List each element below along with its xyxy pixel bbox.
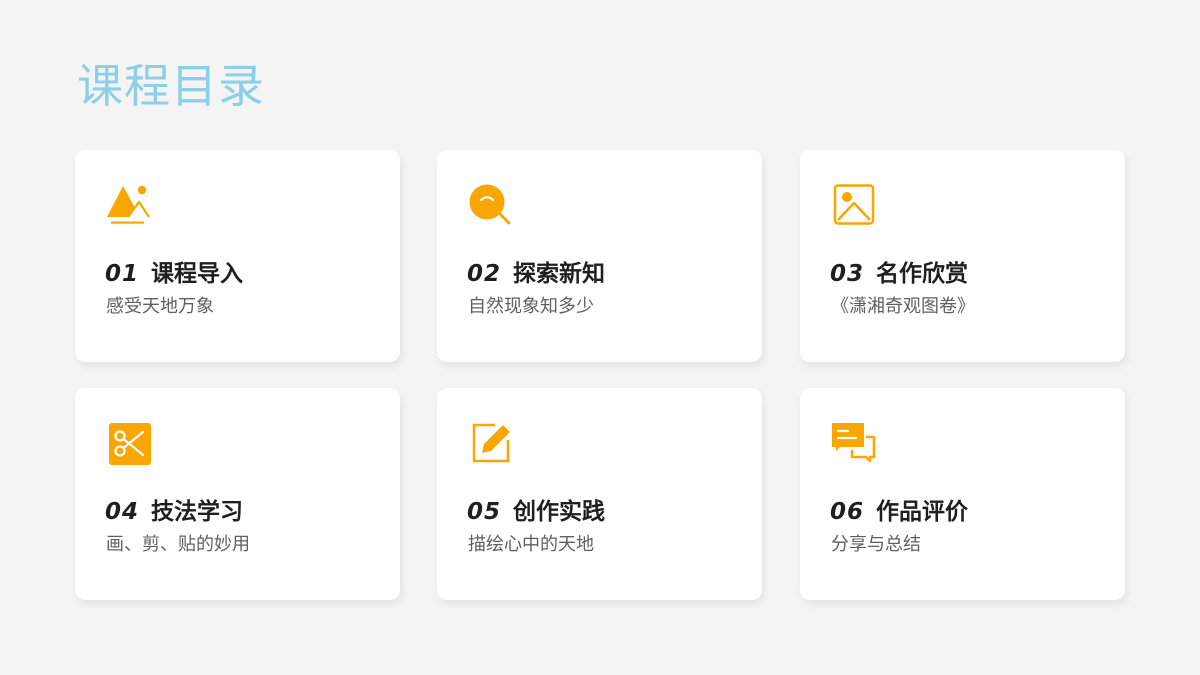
- card-number: 05: [467, 499, 502, 525]
- card-subtitle: 画、剪、贴的妙用: [106, 534, 250, 555]
- card-number: 03: [830, 261, 865, 287]
- card-title-text: 创作实践: [513, 499, 606, 525]
- card-number: 01: [105, 261, 140, 287]
- card-title: 03 名作欣赏: [830, 259, 968, 289]
- card-subtitle: 描绘心中的天地: [468, 534, 594, 555]
- card-title: 01 课程导入: [105, 259, 243, 289]
- course-card-05[interactable]: 05 创作实践 描绘心中的天地: [437, 388, 762, 600]
- magnifier-icon: [467, 182, 513, 228]
- card-title: 05 创作实践: [467, 497, 605, 527]
- page-title: 课程目录: [77, 59, 265, 113]
- course-card-04[interactable]: 04 技法学习 画、剪、贴的妙用: [75, 388, 400, 600]
- card-title-text: 名作欣赏: [876, 261, 969, 287]
- picture-icon: [830, 182, 876, 228]
- comment-icon: [830, 420, 876, 466]
- card-subtitle: 分享与总结: [831, 534, 921, 555]
- edit-icon: [467, 420, 513, 466]
- scissors-icon: [105, 420, 151, 466]
- card-subtitle: 《潇湘奇观图卷》: [831, 296, 975, 317]
- card-subtitle: 感受天地万象: [106, 296, 214, 317]
- card-title-text: 探索新知: [513, 261, 606, 287]
- card-title: 04 技法学习: [105, 497, 243, 527]
- card-title-text: 作品评价: [876, 499, 969, 525]
- card-title-text: 课程导入: [151, 261, 244, 287]
- card-number: 04: [105, 499, 140, 525]
- landscape-icon: [105, 182, 151, 228]
- course-card-01[interactable]: 01 课程导入 感受天地万象: [75, 150, 400, 362]
- card-number: 02: [467, 261, 502, 287]
- card-number: 06: [830, 499, 865, 525]
- course-card-06[interactable]: 06 作品评价 分享与总结: [800, 388, 1125, 600]
- card-title: 06 作品评价: [830, 497, 968, 527]
- course-card-02[interactable]: 02 探索新知 自然现象知多少: [437, 150, 762, 362]
- card-subtitle: 自然现象知多少: [468, 296, 594, 317]
- card-title-text: 技法学习: [151, 499, 244, 525]
- card-title: 02 探索新知: [467, 259, 605, 289]
- course-card-03[interactable]: 03 名作欣赏 《潇湘奇观图卷》: [800, 150, 1125, 362]
